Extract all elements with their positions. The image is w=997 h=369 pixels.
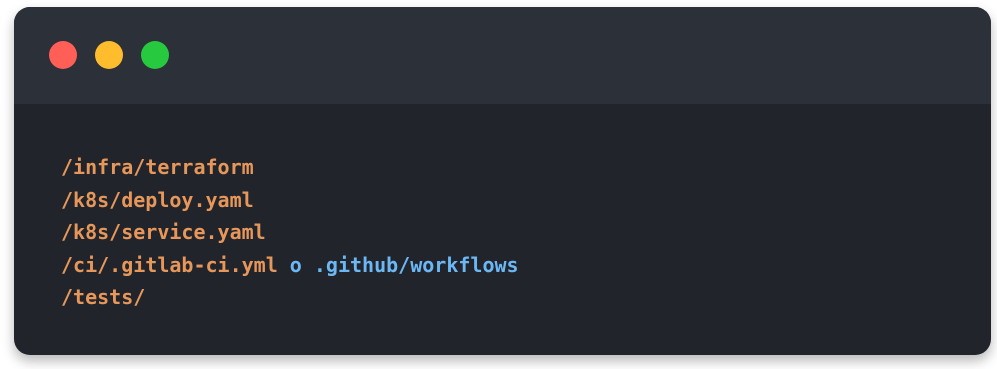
code-window: /infra/terraform /k8s/deploy.yaml /k8s/s… — [14, 7, 991, 355]
code-block: /infra/terraform /k8s/deploy.yaml /k8s/s… — [61, 151, 519, 314]
path-text: /tests/ — [61, 285, 146, 310]
conjunction-text: o — [289, 252, 302, 277]
maximize-dot-icon[interactable] — [141, 41, 169, 69]
window-titlebar — [14, 7, 991, 104]
path-text: /ci/.gitlab-ci.yml — [61, 252, 278, 277]
code-line: /infra/terraform — [61, 151, 519, 184]
close-dot-icon[interactable] — [49, 41, 77, 69]
minimize-dot-icon[interactable] — [95, 41, 123, 69]
path-text: /infra/terraform — [61, 155, 254, 179]
code-line: /k8s/service.yaml — [61, 216, 519, 249]
alt-path-text: .github/workflows — [313, 252, 519, 277]
path-text: /k8s/service.yaml — [61, 220, 266, 245]
code-line: /tests/ — [61, 281, 519, 314]
path-text: /k8s/deploy.yaml — [61, 187, 254, 212]
code-line: /ci/.gitlab-ci.yml o .github/workflows — [61, 249, 519, 282]
code-line: /k8s/deploy.yaml — [61, 184, 519, 217]
